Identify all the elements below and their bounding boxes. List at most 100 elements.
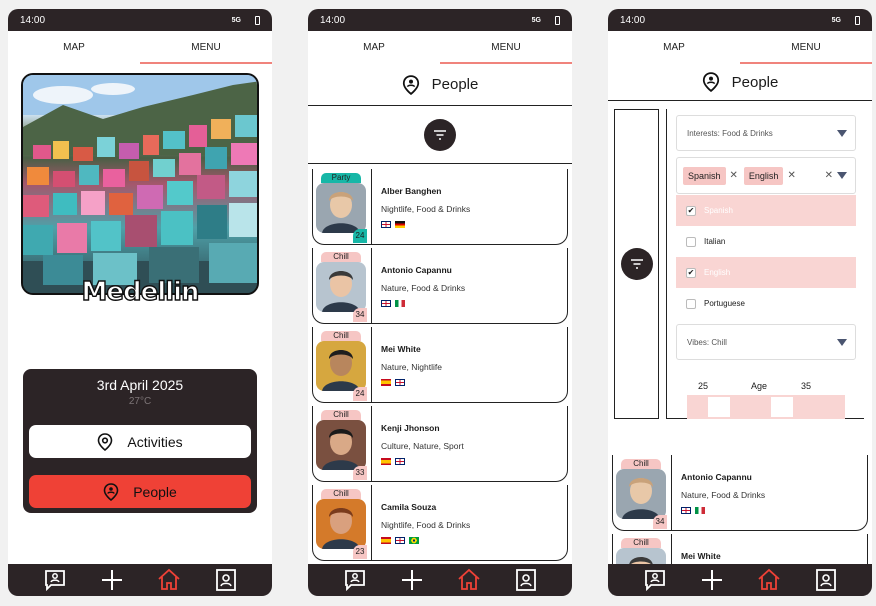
age-range-slider[interactable] bbox=[687, 395, 845, 419]
person-card[interactable]: Chill 34 Antonio Capannu Nature, Food & … bbox=[312, 248, 568, 324]
profile-icon[interactable] bbox=[214, 568, 238, 592]
status-time: 14:00 bbox=[20, 14, 46, 26]
checkbox[interactable]: ✔ bbox=[686, 205, 696, 216]
avatar bbox=[316, 499, 366, 549]
person-interests: Nightlife, Food & Drinks bbox=[381, 204, 471, 214]
tab-menu[interactable]: MENU bbox=[140, 31, 272, 64]
home-icon[interactable] bbox=[757, 568, 781, 592]
plus-icon[interactable] bbox=[700, 568, 724, 592]
remove-chip-icon[interactable]: ✕ bbox=[730, 170, 738, 181]
dropdown-arrow-icon bbox=[837, 338, 847, 346]
plus-icon[interactable] bbox=[100, 568, 124, 592]
chat-icon[interactable] bbox=[343, 568, 367, 592]
card-divider bbox=[371, 327, 372, 402]
age-min-handle[interactable] bbox=[707, 397, 730, 417]
person-card[interactable]: Chill 23 Camila Souza Nightlife, Food & … bbox=[312, 485, 568, 561]
person-name: Antonio Capannu bbox=[381, 265, 452, 275]
age-min-label: 25 bbox=[698, 381, 709, 391]
language-option[interactable]: Portuguese bbox=[676, 288, 856, 319]
signal-label: 5G bbox=[831, 16, 841, 24]
tab-map[interactable]: MAP bbox=[608, 31, 740, 64]
vibe-badge: Chill bbox=[621, 538, 661, 548]
languages-select[interactable]: Spanish ✕ English ✕ ✕ bbox=[676, 157, 856, 194]
home-icon[interactable] bbox=[157, 568, 181, 592]
language-option[interactable]: Italian bbox=[676, 226, 856, 257]
flag-es-icon bbox=[381, 537, 391, 544]
clear-all-icon[interactable]: ✕ bbox=[825, 170, 833, 181]
profile-icon[interactable] bbox=[514, 568, 538, 592]
remove-chip-icon[interactable]: ✕ bbox=[787, 170, 795, 181]
flag-uk-icon bbox=[681, 507, 691, 514]
card-divider bbox=[371, 485, 372, 560]
person-card[interactable]: Chill 34 Antonio Capannu Nature, Food & … bbox=[612, 455, 868, 531]
plus-icon[interactable] bbox=[400, 568, 424, 592]
age-badge: 34 bbox=[353, 308, 367, 322]
tab-menu[interactable]: MENU bbox=[440, 31, 572, 64]
flag-uk-icon bbox=[395, 458, 405, 465]
age-badge: 33 bbox=[353, 466, 367, 480]
status-bar: 14:00 5G bbox=[308, 9, 572, 31]
battery-icon bbox=[855, 15, 860, 25]
age-label: Age bbox=[751, 381, 768, 391]
home-icon[interactable] bbox=[457, 568, 481, 592]
flag-uk-icon bbox=[395, 537, 405, 544]
people-screen: 14:00 5G MAP MENU People Party 24 Alber … bbox=[308, 9, 572, 596]
filter-button[interactable] bbox=[424, 118, 456, 151]
person-interests: Nature, Food & Drinks bbox=[681, 490, 766, 500]
interests-select[interactable]: Interests: Food & Drinks bbox=[676, 115, 856, 151]
language-option[interactable]: ✔ English bbox=[676, 257, 856, 288]
home-screen: 14:00 5G MAP MENU Medellin 3rd April 202… bbox=[8, 9, 272, 596]
profile-icon[interactable] bbox=[814, 568, 838, 592]
person-photo bbox=[322, 429, 360, 470]
filter-icon bbox=[434, 129, 446, 140]
language-option[interactable]: ✔ Spanish bbox=[676, 195, 856, 226]
person-card[interactable]: Party 24 Alber Banghen Nightlife, Food &… bbox=[312, 169, 568, 245]
person-name: Mei White bbox=[681, 551, 721, 561]
person-name: Kenji Jhonson bbox=[381, 423, 440, 433]
battery-icon bbox=[555, 15, 560, 25]
checkbox[interactable]: ✔ bbox=[686, 267, 696, 278]
flag-br-icon bbox=[409, 537, 419, 544]
filter-button[interactable] bbox=[621, 248, 653, 280]
flag-it-icon bbox=[395, 300, 405, 307]
age-badge: 23 bbox=[353, 545, 367, 559]
tab-menu[interactable]: MENU bbox=[740, 31, 872, 64]
language-flags bbox=[381, 537, 419, 544]
tab-map[interactable]: MAP bbox=[308, 31, 440, 64]
person-pin-icon bbox=[402, 74, 419, 95]
dropdown-arrow-icon bbox=[837, 172, 847, 179]
page-title: People bbox=[431, 76, 479, 93]
temperature: 27°C bbox=[128, 396, 152, 407]
avatar bbox=[316, 341, 366, 391]
checkbox[interactable] bbox=[686, 298, 696, 309]
language-flags bbox=[681, 507, 705, 514]
tab-map[interactable]: MAP bbox=[8, 31, 140, 64]
checkbox[interactable] bbox=[686, 236, 696, 247]
chat-icon[interactable] bbox=[43, 568, 67, 592]
status-bar: 14:00 5G bbox=[608, 9, 872, 31]
flag-it-icon bbox=[695, 507, 705, 514]
vibes-select[interactable]: Vibes: Chill bbox=[676, 324, 856, 360]
person-card[interactable]: Chill 33 Kenji Jhonson Culture, Nature, … bbox=[312, 406, 568, 482]
activities-button[interactable]: Activities bbox=[29, 425, 251, 458]
age-max-label: 35 bbox=[801, 381, 812, 391]
age-max-handle[interactable] bbox=[770, 397, 793, 417]
page-title: People bbox=[731, 73, 779, 91]
flag-es-icon bbox=[381, 458, 391, 465]
person-photo bbox=[322, 192, 360, 233]
people-label: People bbox=[133, 483, 177, 500]
flag-de-icon bbox=[395, 221, 405, 228]
avatar bbox=[616, 469, 666, 519]
card-divider bbox=[371, 169, 372, 244]
person-photo bbox=[322, 350, 360, 391]
status-time: 14:00 bbox=[620, 14, 646, 26]
people-button[interactable]: People bbox=[29, 475, 251, 508]
filter-row bbox=[308, 106, 572, 164]
vibe-badge: Chill bbox=[321, 252, 361, 262]
page-header: People bbox=[308, 64, 572, 106]
flag-uk-icon bbox=[395, 379, 405, 386]
language-option-label: English bbox=[704, 268, 731, 277]
chat-icon[interactable] bbox=[643, 568, 667, 592]
person-card[interactable]: Chill 24 Mei White Nature, Nightlife bbox=[312, 327, 568, 403]
location-pin-icon bbox=[98, 432, 113, 451]
